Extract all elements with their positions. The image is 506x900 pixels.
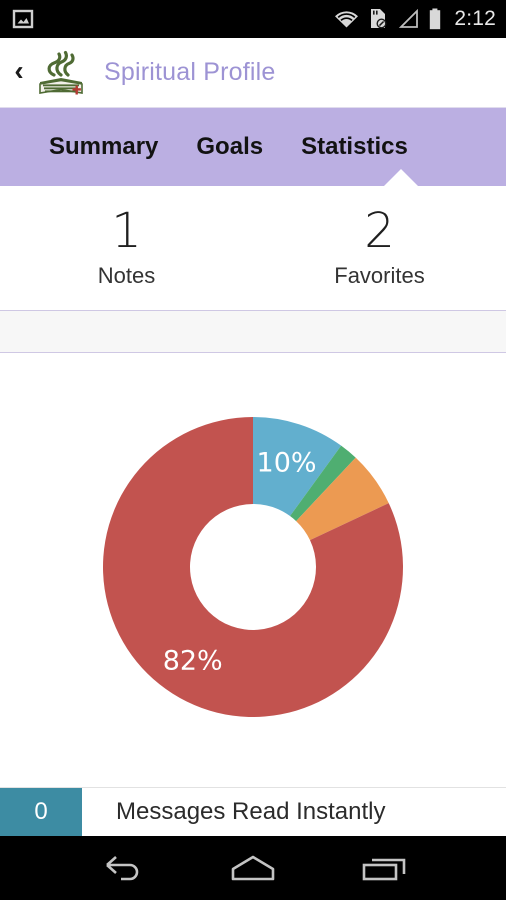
recents-icon	[363, 858, 406, 881]
tab-summary[interactable]: Summary	[30, 133, 177, 161]
donut-slice-label: 82%	[163, 645, 223, 676]
counter-favorites-label: Favorites	[334, 262, 425, 288]
status-bar-left-icons	[12, 9, 34, 29]
sd-card-disabled-icon	[368, 8, 388, 30]
tab-goals[interactable]: Goals	[177, 133, 282, 161]
tab-statistics[interactable]: Statistics	[282, 133, 427, 161]
status-bar: 2:12	[0, 0, 506, 38]
counters-row: 1 Notes 2 Favorites	[0, 186, 506, 311]
list-item-label: Messages Read Instantly	[116, 798, 386, 825]
counter-favorites-value: 2	[364, 203, 395, 260]
page-title: Spiritual Profile	[104, 58, 276, 86]
back-chevron-icon[interactable]: ‹	[6, 57, 32, 88]
chart-area: 10% 82%	[0, 353, 506, 781]
donut-slices	[102, 417, 403, 717]
home-button[interactable]	[217, 836, 289, 900]
list-item[interactable]: 0 Messages Read Instantly	[0, 787, 506, 836]
counter-notes-value: 1	[111, 203, 142, 260]
donut-chart[interactable]: 10% 82%	[98, 412, 408, 722]
home-icon	[231, 855, 275, 881]
back-arrow-icon	[105, 856, 138, 881]
wifi-icon	[334, 10, 359, 29]
action-bar: ‹ Spiritual Profile	[0, 38, 506, 108]
church-of-the-nazarene-logo	[34, 44, 90, 102]
tab-bar: Summary Goals Statistics	[0, 108, 506, 186]
donut-slice-label: 10%	[257, 447, 317, 478]
cell-signal-icon	[397, 9, 419, 29]
counter-notes-label: Notes	[97, 262, 156, 288]
screenshot-image-icon	[12, 9, 34, 29]
counter-notes[interactable]: 1 Notes	[0, 207, 253, 289]
counter-favorites[interactable]: 2 Favorites	[253, 207, 506, 289]
active-tab-indicator	[384, 169, 418, 186]
list-item-badge: 0	[0, 788, 82, 836]
battery-icon	[428, 8, 442, 30]
list-item-label-wrap: Messages Read Instantly	[82, 788, 506, 836]
status-badge: 0	[34, 798, 48, 825]
back-button[interactable]	[86, 836, 158, 900]
status-bar-right-icons: 2:12	[334, 7, 496, 31]
status-bar-clock: 2:12	[454, 7, 496, 30]
section-divider-band	[0, 311, 506, 353]
recents-button[interactable]	[348, 836, 420, 900]
android-nav-bar	[0, 836, 506, 900]
